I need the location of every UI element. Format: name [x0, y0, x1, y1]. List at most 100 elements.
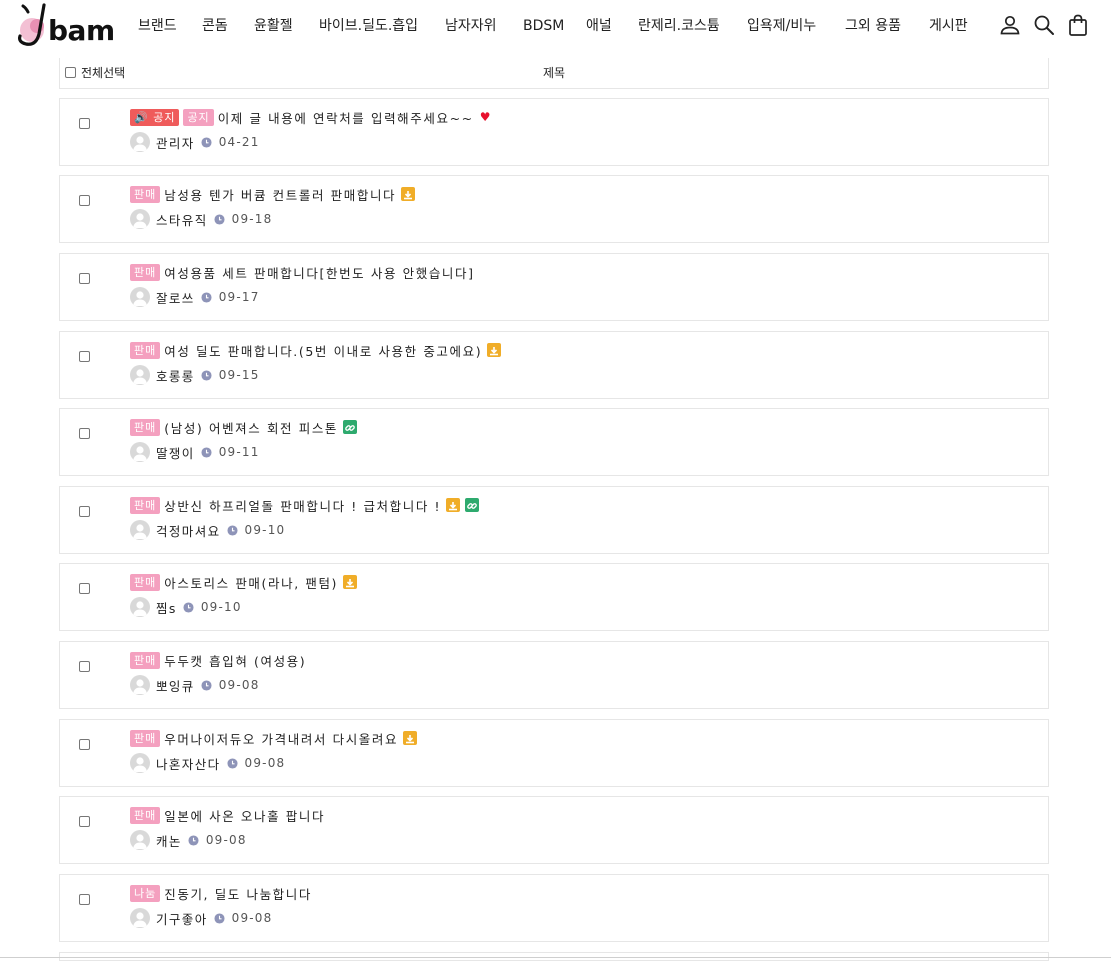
notice-badge: 🔊 공지: [130, 108, 180, 126]
row-checkbox[interactable]: [79, 739, 90, 750]
post-subject-link[interactable]: 남성용 텐가 버큠 컨트롤러 판매합니다: [164, 185, 396, 204]
table-row[interactable]: 나눔 진동기, 딜도 나눔합니다기구좋아 09-08: [59, 874, 1049, 942]
table-row[interactable]: 판매 두두캣 흡입혀 (여성용) 뽀잉큐 09-08: [59, 641, 1049, 709]
author-name[interactable]: 잘로쓰: [156, 288, 195, 307]
main-nav: 브랜드 콘돔 윤활젤 바이브.딜도.흡입 남자자위 BDSM 애널 란제리.코스…: [138, 16, 979, 38]
table-row[interactable]: 판매 (남성) 어벤져스 회전 피스톤딸쟁이 09-11: [59, 408, 1049, 476]
avatar: [130, 753, 150, 773]
table-row[interactable]: 판매 여성용품 세트 판매합니다[한번도 사용 안했습니다] 잘로쓰 09-17: [59, 253, 1049, 321]
post-meta: 딸쟁이 09-11: [130, 442, 260, 462]
nav-item-etc[interactable]: 그외 용품: [845, 16, 929, 38]
author-name[interactable]: 나혼자산다: [156, 754, 221, 773]
divider: [0, 957, 1111, 958]
select-all-checkbox[interactable]: [65, 67, 76, 78]
post-meta: 기구좋아 09-08: [130, 908, 272, 928]
post-title-line: 판매 아스토리스 판매(라나, 팬텀): [130, 573, 358, 592]
post-date: 04-21: [218, 135, 260, 149]
table-row[interactable]: 판매 일본에 사온 오나홀 팝니다 캐논 09-08: [59, 796, 1049, 864]
row-checkbox[interactable]: [79, 195, 90, 206]
post-subject-link[interactable]: 여성 딜도 판매합니다.(5번 이내로 사용한 중고에요): [164, 341, 482, 360]
category-badge: 판매: [130, 185, 161, 203]
nav-item-condom[interactable]: 콘돔: [202, 16, 254, 38]
row-checkbox[interactable]: [79, 118, 90, 129]
post-title-line: 🔊 공지 공지 이제 글 내용에 연락처를 입력해주세요~~ ♥: [130, 108, 491, 126]
avatar: [130, 908, 150, 928]
table-row[interactable]: 판매 남성용 텐가 버큠 컨트롤러 판매합니다스타유직 09-18: [59, 175, 1049, 243]
row-checkbox[interactable]: [79, 661, 90, 672]
post-subject-link[interactable]: 진동기, 딜도 나눔합니다: [164, 884, 312, 903]
clock-icon: [201, 136, 212, 148]
site-logo[interactable]: bam: [14, 2, 132, 48]
table-row[interactable]: 판매 아스토리스 판매(라나, 팬텀) 찜s 09-10: [59, 563, 1049, 631]
post-date: 09-11: [218, 445, 260, 459]
attachment-icon: [403, 731, 418, 745]
post-meta: 뽀잉큐 09-08: [130, 675, 260, 695]
avatar: [130, 597, 150, 617]
table-row[interactable]: 🔊 공지 공지 이제 글 내용에 연락처를 입력해주세요~~ ♥ 관리자 04-21: [59, 98, 1049, 166]
nav-item-brand[interactable]: 브랜드: [138, 16, 202, 38]
shopping-bag-icon[interactable]: [1066, 13, 1090, 37]
nav-item-vibe[interactable]: 바이브.딜도.흡입: [319, 16, 445, 38]
row-checkbox[interactable]: [79, 273, 90, 284]
table-row[interactable]: 판매 상반신 하프리얼돌 판매합니다 ! 급처합니다 ! 걱정마셔요 09-10: [59, 486, 1049, 554]
post-title-line: 판매 (남성) 어벤져스 회전 피스톤: [130, 418, 358, 437]
author-name[interactable]: 기구좋아: [156, 909, 208, 928]
author-name[interactable]: 관리자: [156, 133, 195, 152]
category-badge: 판매: [130, 806, 161, 824]
author-name[interactable]: 캐논: [156, 831, 182, 850]
link-icon: [343, 420, 358, 434]
author-name[interactable]: 뽀잉큐: [156, 676, 195, 695]
author-name[interactable]: 찜s: [156, 598, 177, 617]
post-subject-link[interactable]: 아스토리스 판매(라나, 팬텀): [164, 573, 338, 592]
post-title-line: 판매 여성 딜도 판매합니다.(5번 이내로 사용한 중고에요): [130, 341, 502, 360]
category-badge: 판매: [130, 341, 161, 359]
nav-item-anal[interactable]: 애널: [586, 16, 638, 38]
category-badge: 판매: [130, 651, 161, 669]
nav-item-bath[interactable]: 입욕제/비누: [747, 16, 845, 38]
link-icon: [465, 498, 480, 512]
heart-icon: ♥: [479, 110, 491, 124]
table-row[interactable]: 판매 우머나이저듀오 가격내려서 다시올려요나혼자산다 09-08: [59, 719, 1049, 787]
author-name[interactable]: 걱정마셔요: [156, 521, 221, 540]
row-checkbox[interactable]: [79, 351, 90, 362]
avatar: [130, 830, 150, 850]
nav-item-lingerie[interactable]: 란제리.코스튬: [638, 16, 747, 38]
row-checkbox[interactable]: [79, 506, 90, 517]
post-meta: 잘로쓰 09-17: [130, 287, 260, 307]
nav-item-lubricant[interactable]: 윤활젤: [254, 16, 319, 38]
row-checkbox[interactable]: [79, 894, 90, 905]
post-meta: 걱정마셔요 09-10: [130, 520, 285, 540]
row-checkbox[interactable]: [79, 583, 90, 594]
row-checkbox[interactable]: [79, 816, 90, 827]
post-subject-link[interactable]: (남성) 어벤져스 회전 피스톤: [164, 418, 338, 437]
author-name[interactable]: 딸쟁이: [156, 443, 195, 462]
author-name[interactable]: 호롱롱: [156, 366, 195, 385]
post-meta: 나혼자산다 09-08: [130, 753, 285, 773]
nav-item-board[interactable]: 게시판: [929, 16, 979, 38]
post-subject-link[interactable]: 여성용품 세트 판매합니다[한번도 사용 안했습니다]: [164, 263, 474, 282]
avatar: [130, 132, 150, 152]
post-meta: 스타유직 09-18: [130, 209, 272, 229]
post-subject-link[interactable]: 상반신 하프리얼돌 판매합니다 ! 급처합니다 !: [164, 496, 441, 515]
title-column-header: 제목: [543, 66, 566, 80]
author-name[interactable]: 스타유직: [156, 210, 208, 229]
attachment-icon: [401, 187, 416, 201]
post-subject-link[interactable]: 일본에 사온 오나홀 팝니다: [164, 806, 325, 825]
row-checkbox[interactable]: [79, 428, 90, 439]
nav-item-bdsm[interactable]: BDSM: [523, 16, 586, 38]
attachment-icon: [446, 498, 461, 512]
clock-icon: [226, 524, 238, 536]
search-icon[interactable]: [1032, 13, 1056, 37]
post-subject-link[interactable]: 우머나이저듀오 가격내려서 다시올려요: [164, 729, 398, 748]
nav-item-male[interactable]: 남자자위: [445, 16, 523, 38]
post-subject-link[interactable]: 이제 글 내용에 연락처를 입력해주세요~~: [218, 108, 474, 127]
category-badge: 판매: [130, 263, 161, 281]
post-subject-link[interactable]: 두두캣 흡입혀 (여성용): [164, 651, 306, 670]
clock-icon: [214, 213, 225, 225]
user-icon[interactable]: [998, 13, 1022, 37]
avatar: [130, 520, 150, 540]
post-title-line: 나눔 진동기, 딜도 나눔합니다: [130, 884, 312, 902]
table-row[interactable]: 판매 여성 딜도 판매합니다.(5번 이내로 사용한 중고에요) 호롱롱 09-15: [59, 331, 1049, 399]
attachment-icon: [487, 343, 502, 357]
category-badge: 판매: [130, 729, 161, 747]
